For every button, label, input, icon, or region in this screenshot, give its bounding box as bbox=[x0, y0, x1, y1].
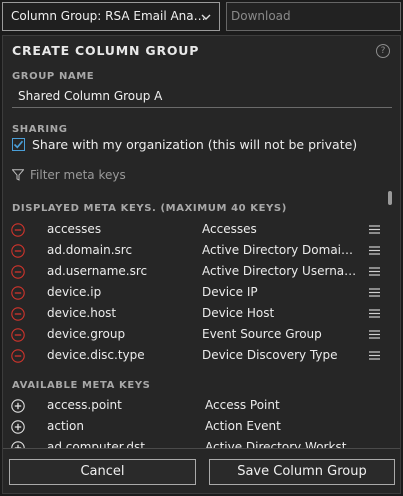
meta-key-description: Access Point bbox=[205, 398, 280, 412]
share-option[interactable]: Share with my organization (this will no… bbox=[12, 137, 357, 152]
meta-key-name: device.ip bbox=[47, 285, 102, 299]
scrollbar-thumb[interactable] bbox=[388, 191, 392, 205]
cancel-button[interactable]: Cancel bbox=[9, 459, 196, 485]
displayed-meta-key-row[interactable]: device.disc.type Device Discovery Type bbox=[9, 345, 394, 366]
add-circle-icon[interactable] bbox=[11, 399, 25, 413]
drag-handle-icon[interactable] bbox=[369, 309, 380, 318]
meta-key-description: Active Directory Username … bbox=[202, 264, 360, 278]
drag-handle-icon[interactable] bbox=[369, 267, 380, 276]
meta-key-name: ad.domain.src bbox=[47, 243, 133, 257]
displayed-meta-keys-label: DISPLAYED META KEYS. (MAXIMUM 40 KEYS) bbox=[12, 203, 287, 214]
remove-circle-icon[interactable] bbox=[11, 223, 25, 237]
save-column-group-button[interactable]: Save Column Group bbox=[209, 459, 395, 485]
panel-title: CREATE COLUMN GROUP bbox=[12, 43, 200, 58]
sharing-label: SHARING bbox=[12, 124, 68, 135]
remove-circle-icon[interactable] bbox=[11, 328, 25, 342]
meta-key-name: device.group bbox=[47, 327, 126, 341]
filter-icon bbox=[12, 169, 24, 181]
top-toolbar: Column Group: RSA Email Ana… Download bbox=[0, 0, 403, 34]
meta-key-name: accesses bbox=[47, 222, 102, 236]
meta-key-description: Device IP bbox=[202, 285, 258, 299]
meta-key-name: ad.username.src bbox=[47, 264, 148, 278]
filter-meta-keys-field[interactable]: Filter meta keys bbox=[12, 165, 397, 185]
add-circle-icon[interactable] bbox=[11, 420, 25, 434]
meta-key-name: access.point bbox=[47, 398, 122, 412]
displayed-meta-key-row[interactable]: device.ip Device IP bbox=[9, 282, 394, 303]
question-circle-icon[interactable]: ? bbox=[376, 44, 390, 58]
group-name-input[interactable] bbox=[12, 84, 392, 108]
filter-input-placeholder: Filter meta keys bbox=[30, 168, 126, 182]
available-meta-key-row[interactable]: access.point Access Point bbox=[9, 395, 394, 416]
remove-circle-icon[interactable] bbox=[11, 244, 25, 258]
displayed-meta-key-row[interactable]: device.host Device Host bbox=[9, 303, 394, 324]
meta-key-description: Device Host bbox=[202, 306, 275, 320]
drag-handle-icon[interactable] bbox=[369, 351, 380, 360]
meta-key-description: Event Source Group bbox=[202, 327, 322, 341]
share-checkbox[interactable] bbox=[12, 138, 25, 151]
available-meta-keys-label: AVAILABLE META KEYS bbox=[12, 380, 151, 391]
available-meta-key-row[interactable]: action Action Event bbox=[9, 416, 394, 437]
displayed-meta-key-row[interactable]: accesses Accesses bbox=[9, 219, 394, 240]
download-placeholder: Download bbox=[231, 9, 291, 23]
chevron-down-icon bbox=[201, 14, 211, 20]
download-field[interactable]: Download bbox=[226, 2, 401, 31]
create-column-group-panel: CREATE COLUMN GROUP ? GROUP NAME SHARING… bbox=[2, 35, 401, 494]
meta-key-name: device.host bbox=[47, 306, 117, 320]
displayed-meta-key-row[interactable]: device.group Event Source Group bbox=[9, 324, 394, 345]
remove-circle-icon[interactable] bbox=[11, 265, 25, 279]
meta-key-description: Action Event bbox=[205, 419, 281, 433]
drag-handle-icon[interactable] bbox=[369, 330, 380, 339]
column-group-select-value: Column Group: RSA Email Ana… bbox=[11, 9, 206, 23]
remove-circle-icon[interactable] bbox=[11, 307, 25, 321]
meta-key-name: action bbox=[47, 419, 84, 433]
share-text: Share with my organization (this will no… bbox=[32, 137, 358, 152]
displayed-meta-key-row[interactable]: ad.username.src Active Directory Username… bbox=[9, 261, 394, 282]
displayed-meta-key-row[interactable]: ad.domain.src Active Directory Domain So… bbox=[9, 240, 394, 261]
meta-key-description: Active Directory Domain So… bbox=[202, 243, 360, 257]
drag-handle-icon[interactable] bbox=[369, 246, 380, 255]
panel-footer: Cancel Save Column Group bbox=[3, 448, 400, 493]
meta-key-name: device.disc.type bbox=[47, 348, 145, 362]
meta-key-description: Accesses bbox=[202, 222, 257, 236]
remove-circle-icon[interactable] bbox=[11, 286, 25, 300]
group-name-label: GROUP NAME bbox=[12, 71, 95, 82]
meta-key-description: Device Discovery Type bbox=[202, 348, 338, 362]
drag-handle-icon[interactable] bbox=[369, 288, 380, 297]
remove-circle-icon[interactable] bbox=[11, 349, 25, 363]
column-group-select[interactable]: Column Group: RSA Email Ana… bbox=[2, 2, 220, 31]
drag-handle-icon[interactable] bbox=[369, 225, 380, 234]
